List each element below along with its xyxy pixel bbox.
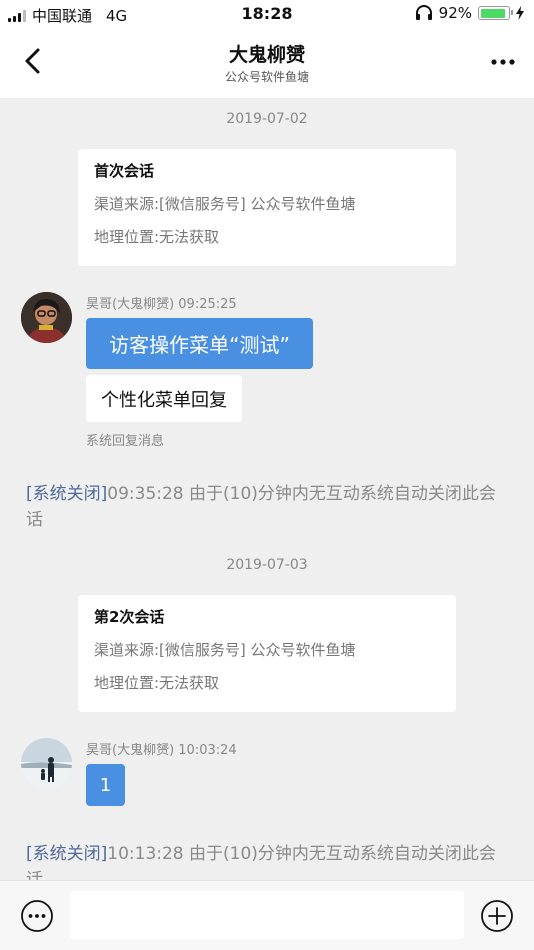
nav-bar: 大鬼柳赟 公众号软件鱼塘: [0, 28, 534, 98]
session-title: 第2次会话: [94, 608, 165, 626]
input-bar: [0, 880, 534, 950]
location-info: 地理位置:无法获取: [94, 674, 220, 692]
status-bar: 中国联通 4G 18:28 92%: [0, 0, 534, 28]
session-card: 第2次会话 渠道来源:[微信服务号] 公众号软件鱼塘 地理位置:无法获取: [78, 595, 456, 712]
avatar[interactable]: [21, 292, 72, 343]
session-title: 首次会话: [94, 162, 155, 180]
chat-area[interactable]: 2019-07-02 首次会话 渠道来源:[微信服务号] 公众号软件鱼塘 地理位…: [0, 98, 534, 880]
battery-icon: [478, 6, 513, 20]
date-divider: 2019-07-02: [226, 111, 308, 127]
status-right: 92%: [415, 4, 524, 22]
message-bubble[interactable]: 1: [86, 764, 125, 806]
avatar[interactable]: [21, 738, 72, 789]
charging-icon: [516, 6, 524, 20]
system-close-tag: [系统关闭]: [26, 844, 108, 864]
sender-name: 昊哥(大鬼柳赟) 09:25:25: [86, 297, 237, 312]
session-card: 首次会话 渠道来源:[微信服务号] 公众号软件鱼塘 地理位置:无法获取: [78, 149, 456, 266]
sender-name: 昊哥(大鬼柳赟) 10:03:24: [86, 743, 237, 758]
more-circle-icon[interactable]: [20, 899, 54, 933]
message-input[interactable]: [70, 891, 464, 939]
more-dots-icon[interactable]: [490, 52, 516, 72]
system-close-tag: [系统关闭]: [26, 484, 108, 504]
message-bubble[interactable]: 个性化菜单回复: [86, 375, 242, 422]
system-close-message: [系统关闭]09:35:28 由于(10)分钟内无互动系统自动关闭此会话: [26, 481, 512, 533]
headphones-icon: [415, 5, 432, 20]
system-close-message: [系统关闭]10:13:28 由于(10)分钟内无互动系统自动关闭此会话: [26, 841, 512, 880]
date-divider: 2019-07-03: [226, 557, 308, 573]
message-bubble[interactable]: 访客操作菜单“测试”: [86, 318, 313, 369]
channel-source: 渠道来源:[微信服务号] 公众号软件鱼塘: [94, 195, 356, 213]
channel-source: 渠道来源:[微信服务号] 公众号软件鱼塘: [94, 641, 356, 659]
page-title: 大鬼柳赟: [228, 44, 305, 66]
system-reply-hint: 系统回复消息: [86, 434, 165, 449]
location-info: 地理位置:无法获取: [94, 228, 220, 246]
page-subtitle: 公众号软件鱼塘: [224, 70, 309, 84]
plus-circle-icon[interactable]: [480, 899, 514, 933]
battery-percent: 92%: [438, 4, 472, 22]
